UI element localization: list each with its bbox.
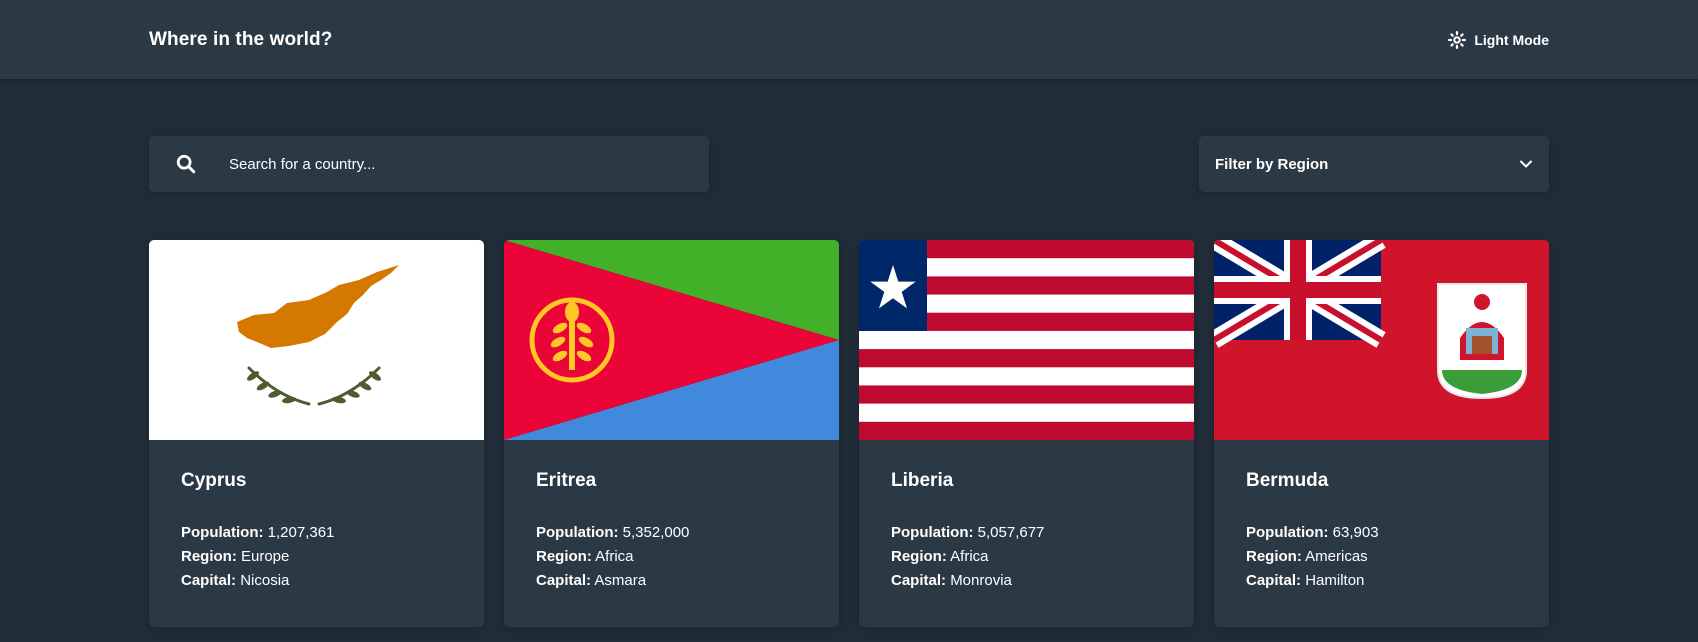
app-header: Where in the world? Light Mode: [0, 0, 1698, 79]
app-title: Where in the world?: [149, 28, 333, 50]
liberia-flag: [859, 240, 1194, 440]
capital-row: Capital: Hamilton: [1246, 572, 1365, 589]
capital-row: Capital: Nicosia: [181, 572, 290, 589]
country-card[interactable]: Liberia Population: 5,057,677 Region: Af…: [859, 240, 1194, 627]
capital-row: Capital: Asmara: [536, 572, 647, 589]
region-filter-dropdown[interactable]: Filter by Region: [1199, 136, 1549, 192]
country-card[interactable]: Bermuda Population: 63,903 Region: Ameri…: [1214, 240, 1549, 627]
region-row: Region: Africa: [891, 548, 989, 565]
controls-bar: Filter by Region: [149, 135, 1549, 193]
chevron-down-icon: [1519, 157, 1533, 171]
search-icon: [175, 153, 197, 175]
sun-icon: [1448, 30, 1467, 49]
country-name: Bermuda: [1246, 470, 1329, 491]
light-mode-label: Light Mode: [1474, 31, 1549, 48]
population-row: Population: 63,903: [1246, 524, 1379, 541]
capital-row: Capital: Monrovia: [891, 572, 1012, 589]
population-row: Population: 5,057,677: [891, 524, 1045, 541]
region-filter-label: Filter by Region: [1215, 155, 1329, 173]
population-row: Population: 5,352,000: [536, 524, 690, 541]
region-row: Region: Africa: [536, 548, 634, 565]
cyprus-flag: [149, 240, 484, 440]
population-row: Population: 1,207,361: [181, 524, 335, 541]
eritrea-flag: [504, 240, 839, 440]
country-card[interactable]: Eritrea Population: 5,352,000 Region: Af…: [504, 240, 839, 627]
search-input[interactable]: [227, 135, 709, 193]
country-name: Liberia: [891, 470, 954, 491]
country-grid: Cyprus Population: 1,207,361 Region: Eur…: [149, 240, 1549, 627]
region-row: Region: Europe: [181, 548, 290, 565]
region-row: Region: Americas: [1246, 548, 1368, 565]
light-mode-toggle[interactable]: Light Mode: [1448, 30, 1549, 49]
country-card[interactable]: Cyprus Population: 1,207,361 Region: Eur…: [149, 240, 484, 627]
country-name: Cyprus: [181, 470, 247, 491]
bermuda-flag: [1214, 240, 1549, 440]
search-box[interactable]: [149, 135, 709, 193]
country-name: Eritrea: [536, 470, 597, 491]
